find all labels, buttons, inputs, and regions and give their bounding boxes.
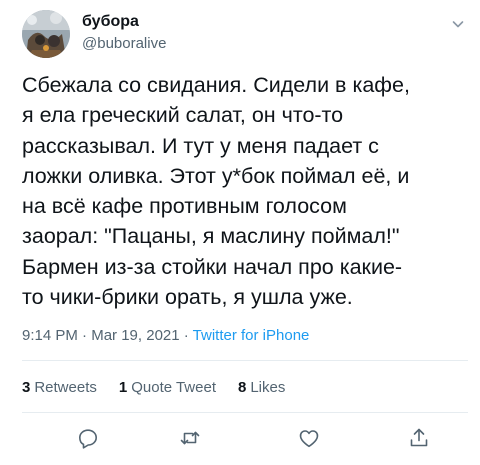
tweet-date[interactable]: Mar 19, 2021 [91, 327, 179, 344]
user-handle[interactable]: @buboralive [82, 35, 166, 53]
heart-icon [299, 430, 319, 448]
tweet-meta: 9:14 PM · Mar 19, 2021 · Twitter for iPh… [22, 326, 309, 346]
retweet-icon [180, 431, 200, 445]
avatar[interactable] [22, 10, 70, 58]
display-name[interactable]: бубора [82, 12, 139, 32]
likes-label: Likes [250, 379, 286, 396]
divider [22, 360, 468, 361]
reply-icon [79, 429, 97, 449]
like-button[interactable] [297, 426, 321, 450]
tweet-time[interactable]: 9:14 PM [22, 327, 78, 344]
meta-separator: · [179, 327, 193, 344]
avatar-image [22, 10, 70, 58]
share-icon [410, 428, 428, 447]
retweets-label: Retweets [34, 379, 97, 396]
likes-count: 8 [238, 379, 247, 396]
retweets-stat[interactable]: 3 Retweets [22, 379, 97, 396]
tweet-source[interactable]: Twitter for iPhone [193, 327, 310, 344]
reply-button[interactable] [76, 426, 100, 450]
quotes-label: Quote Tweet [131, 379, 216, 396]
retweets-count: 3 [22, 379, 31, 396]
share-button[interactable] [407, 426, 431, 450]
retweet-button[interactable] [178, 426, 202, 450]
divider [22, 412, 468, 413]
quotes-stat[interactable]: 1 Quote Tweet [119, 379, 216, 396]
tweet: бубора @buboralive Сбежала со свидания. … [0, 0, 480, 465]
likes-stat[interactable]: 8 Likes [238, 379, 285, 396]
tweet-text: Сбежала со свидания. Сидели в кафе, я ел… [22, 73, 410, 310]
tweet-stats: 3 Retweets 1 Quote Tweet 8 Likes [22, 378, 307, 398]
chevron-down-icon[interactable] [450, 16, 466, 32]
meta-separator: · [77, 327, 92, 344]
quotes-count: 1 [118, 379, 128, 396]
